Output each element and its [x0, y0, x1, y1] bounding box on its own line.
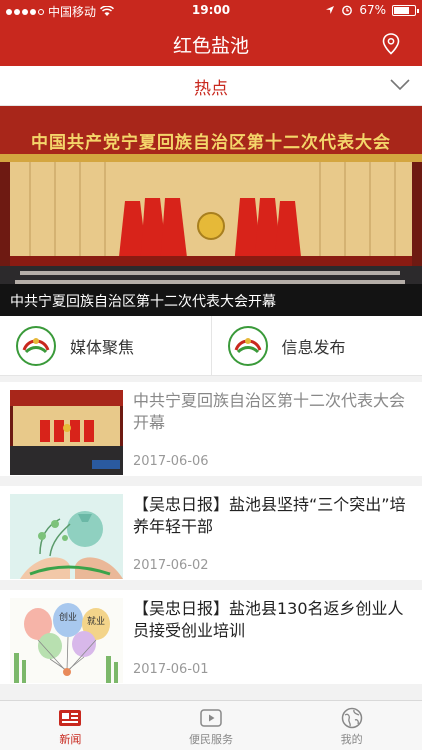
- globe-icon: [341, 707, 362, 729]
- banner-headline-text: 中国共产党宁夏回族自治区第十二次代表大会: [31, 133, 391, 153]
- location-arrow-icon: [326, 6, 335, 14]
- nav-bar: 红色盐池: [0, 22, 422, 66]
- list-item[interactable]: 中共宁夏回族自治区第十二次代表大会开幕 2017-06-06: [0, 376, 422, 476]
- list-item[interactable]: 创业 就业 【吴忠日报】盐池县130名返乡创业人员接受创业培训 2017-06-…: [0, 584, 422, 684]
- bottom-tab-bar: 新闻 便民服务 我的: [0, 700, 422, 750]
- news-date: 2017-06-01: [133, 662, 209, 677]
- tab-mine[interactable]: 我的: [281, 701, 422, 750]
- location-pin-icon[interactable]: [382, 33, 400, 55]
- tab-mine-label: 我的: [340, 733, 363, 746]
- battery-icon: [392, 4, 419, 16]
- tab-services[interactable]: 便民服务: [141, 701, 282, 750]
- news-thumbnail: 创业 就业: [10, 598, 123, 683]
- media-focus-entry[interactable]: 媒体聚焦: [0, 316, 212, 375]
- chevron-down-icon[interactable]: [390, 78, 410, 92]
- banner-carousel[interactable]: 中国共产党宁夏回族自治区第十二次代表大会 中共宁夏回族自治区第十二次代表大会开幕: [0, 106, 422, 316]
- news-title: 中共宁夏回族自治区第十二次代表大会开幕: [133, 391, 406, 432]
- list-item[interactable]: 【吴忠日报】盐池县坚持“三个突出”培养年轻干部 2017-06-02: [0, 480, 422, 580]
- news-title: 【吴忠日报】盐池县130名返乡创业人员接受创业培训: [133, 599, 404, 640]
- tab-news[interactable]: 新闻: [0, 701, 141, 750]
- app-title: 红色盐池: [172, 35, 249, 57]
- info-release-label: 信息发布: [281, 337, 346, 357]
- battery-percent: 67%: [359, 3, 386, 17]
- news-thumbnail: [10, 390, 123, 475]
- play-icon: [200, 709, 222, 727]
- tab-news-label: 新闻: [59, 733, 82, 746]
- media-focus-label: 媒体聚焦: [70, 337, 135, 357]
- news-title: 【吴忠日报】盐池县坚持“三个突出”培养年轻干部: [133, 495, 406, 536]
- alarm-icon: [342, 5, 353, 16]
- info-release-entry[interactable]: 信息发布: [212, 316, 422, 375]
- channel-bar: 热点: [0, 66, 422, 106]
- balloon-label: 就业: [87, 617, 106, 627]
- tab-services-label: 便民服务: [189, 733, 233, 746]
- quick-entry-bar: 媒体聚焦 信息发布: [0, 316, 422, 376]
- news-date: 2017-06-02: [133, 558, 209, 573]
- news-thumbnail: [10, 494, 123, 579]
- news-date: 2017-06-06: [133, 454, 209, 469]
- banner-caption: 中共宁夏回族自治区第十二次代表大会开幕: [0, 284, 422, 316]
- channel-tab-hot[interactable]: 热点: [0, 74, 422, 99]
- logo-icon: [16, 325, 56, 366]
- balloon-label: 创业: [59, 613, 78, 623]
- news-icon: [59, 710, 82, 726]
- logo-icon: [227, 325, 268, 366]
- status-bar: 中国移动 19:00 67%: [0, 0, 422, 22]
